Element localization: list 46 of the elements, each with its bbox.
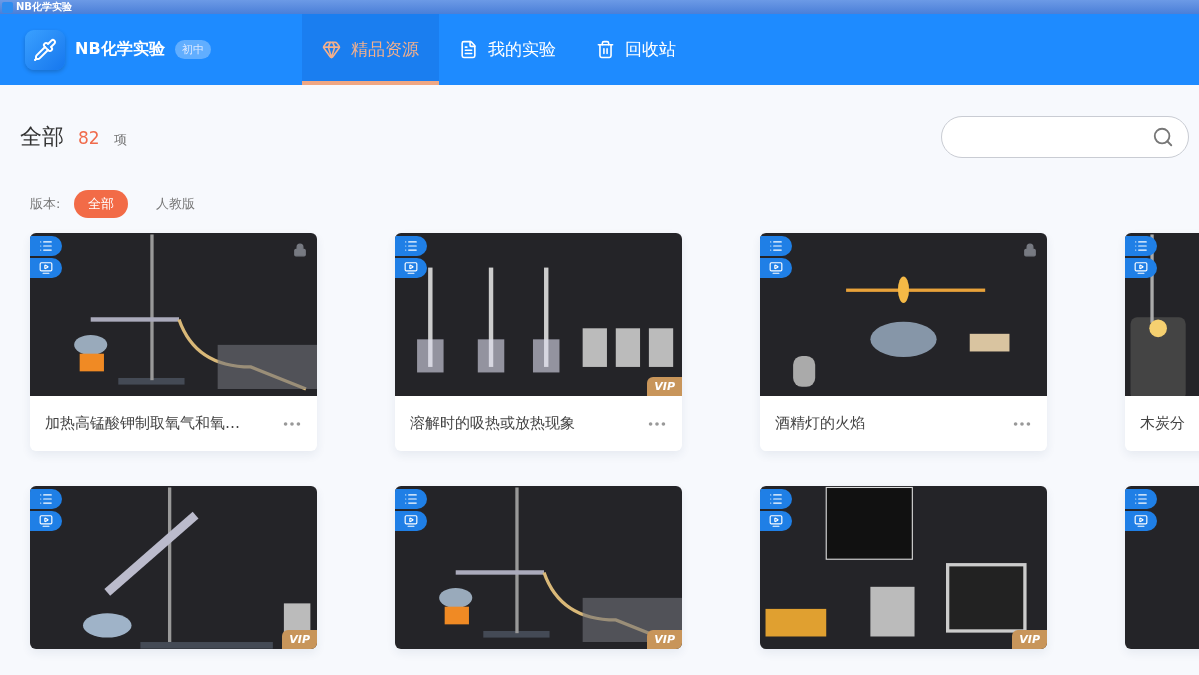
video-icon[interactable] <box>1125 511 1157 531</box>
window-title: NB化学实验 <box>16 0 72 14</box>
video-icon[interactable] <box>395 258 427 278</box>
filter-label: 版本: <box>30 195 61 213</box>
app-name: NB化学实验 <box>75 39 165 60</box>
experiment-card[interactable]: VIP 溶解时的吸热或放热现象 <box>395 233 682 451</box>
vip-badge: VIP <box>647 630 682 649</box>
section-title: 全部 <box>20 123 64 151</box>
item-count: 82 <box>78 128 100 148</box>
experiment-card[interactable]: 加热高锰酸钾制取氧气和氧… <box>30 233 317 451</box>
list-icon[interactable] <box>760 489 792 509</box>
video-icon[interactable] <box>760 511 792 531</box>
experiment-title: 加热高锰酸钾制取氧气和氧… <box>45 414 240 433</box>
nav-tab[interactable]: 我的实验 <box>439 14 576 85</box>
list-icon[interactable] <box>30 489 62 509</box>
level-tag: 初中 <box>174 40 211 59</box>
video-icon[interactable] <box>760 258 792 278</box>
experiment-title: 酒精灯的火焰 <box>775 414 865 433</box>
video-icon[interactable] <box>30 511 62 531</box>
list-icon[interactable] <box>1125 489 1157 509</box>
experiment-card[interactable]: 酒精灯的火焰 <box>760 233 1047 451</box>
list-icon[interactable] <box>30 236 62 256</box>
list-icon[interactable] <box>760 236 792 256</box>
video-icon[interactable] <box>1125 258 1157 278</box>
video-icon[interactable] <box>30 258 62 278</box>
dropper-logo-icon <box>25 29 65 70</box>
gem-icon <box>322 40 341 59</box>
list-icon[interactable] <box>1125 236 1157 256</box>
experiment-card[interactable]: 木炭分 <box>1125 233 1199 451</box>
list-icon[interactable] <box>395 236 427 256</box>
trash-icon <box>596 40 615 59</box>
search-field[interactable] <box>941 116 1189 158</box>
experiment-title: 溶解时的吸热或放热现象 <box>410 414 575 433</box>
vip-badge: VIP <box>1012 630 1047 649</box>
document-icon <box>459 40 478 59</box>
experiment-title: 木炭分 <box>1140 414 1185 433</box>
vip-badge: VIP <box>282 630 317 649</box>
count-unit: 项 <box>113 131 127 149</box>
filter-option[interactable]: 全部 <box>74 190 129 218</box>
list-icon[interactable] <box>395 489 427 509</box>
filter-option[interactable]: 人教版 <box>142 190 210 218</box>
nav-tab[interactable]: 回收站 <box>576 14 696 85</box>
app-icon <box>2 1 13 13</box>
video-icon[interactable] <box>395 511 427 531</box>
vip-badge: VIP <box>647 377 682 396</box>
search-icon <box>1152 126 1174 148</box>
